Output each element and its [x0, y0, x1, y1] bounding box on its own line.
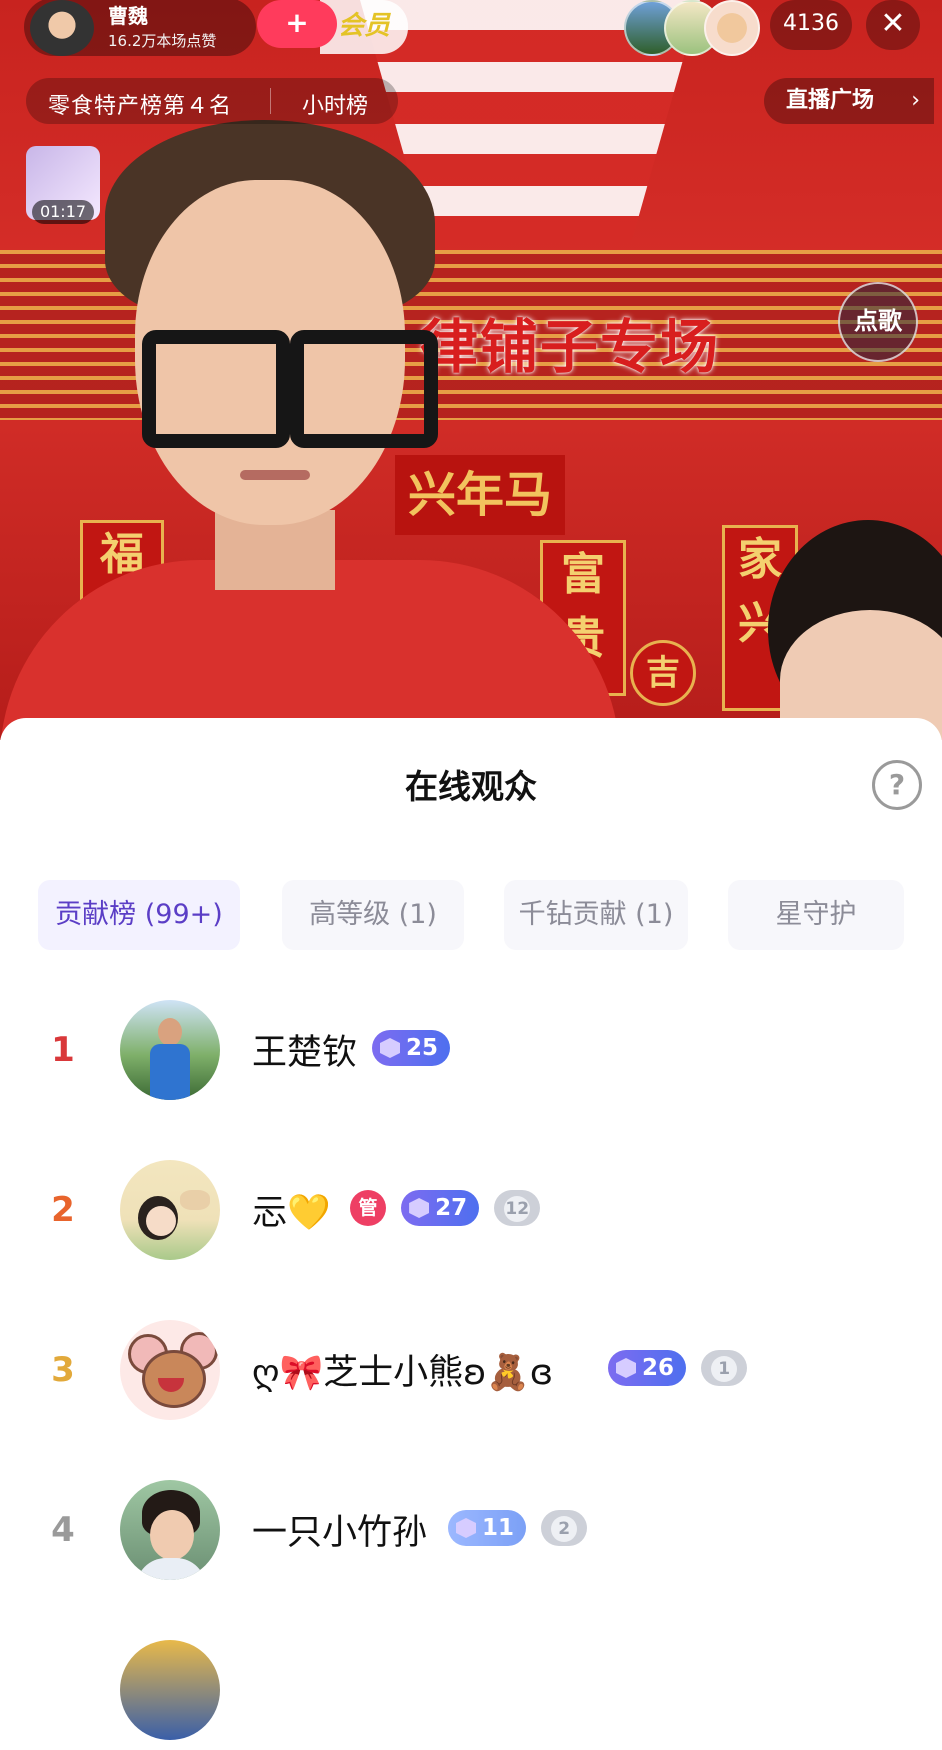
live-plaza-label: 直播广场: [786, 88, 875, 113]
hour-rank-link[interactable]: 小时榜: [302, 88, 368, 120]
viewer-badges: 管 27 12: [350, 1190, 550, 1230]
close-button[interactable]: ✕: [866, 0, 920, 50]
help-icon[interactable]: ?: [872, 760, 922, 810]
clip-duration: 01:17: [32, 200, 94, 224]
song-request-button[interactable]: 点歌: [838, 282, 918, 362]
tab-diamond-contribution[interactable]: 千钻贡献 (1): [504, 880, 688, 950]
avatar[interactable]: [120, 1640, 220, 1740]
level-badge: 25: [372, 1030, 451, 1066]
top-viewer-avatars[interactable]: [624, 0, 764, 56]
chevron-right-icon: ›: [911, 88, 920, 113]
host-avatar[interactable]: [30, 0, 94, 56]
rank-number: 3: [51, 1350, 75, 1390]
audience-tabs: 贡献榜 (99+) 高等级 (1) 千钻贡献 (1) 星守护: [38, 880, 904, 950]
viewer-badges: 11 2: [448, 1510, 597, 1550]
lantern: 吉: [630, 640, 696, 706]
rank-number: 2: [51, 1190, 75, 1230]
fan-badge: 1: [701, 1350, 748, 1386]
gem-icon: [456, 1518, 476, 1538]
fan-badge: 2: [541, 1510, 588, 1546]
admin-badge: 管: [350, 1190, 386, 1226]
divider: [270, 88, 271, 114]
level-badge: 11: [448, 1510, 527, 1546]
viewer-name: 王楚钦: [252, 1033, 358, 1073]
viewer-badges: 26 1: [608, 1350, 757, 1390]
list-item[interactable]: [0, 1630, 942, 1750]
stage-sign: 兴年马: [395, 455, 565, 535]
avatar[interactable]: [120, 1000, 220, 1100]
viewer-name: 一只小竹孙: [252, 1513, 428, 1553]
gem-icon: [380, 1038, 400, 1058]
avatar[interactable]: [704, 0, 760, 56]
list-item[interactable]: 4 一只小竹孙 11 2: [0, 1470, 942, 1590]
tab-high-level[interactable]: 高等级 (1): [282, 880, 464, 950]
fan-badge: 12: [494, 1190, 541, 1226]
tab-star-guard[interactable]: 星守护: [728, 880, 904, 950]
avatar[interactable]: [120, 1320, 220, 1420]
gem-icon: [616, 1358, 636, 1378]
viewer-name: ღ🎀芝士小熊ʚ🧸ɞ: [252, 1353, 554, 1393]
list-item[interactable]: 2 忈💛 管 27 12: [0, 1150, 942, 1270]
online-audience-sheet: 在线观众 ? 贡献榜 (99+) 高等级 (1) 千钻贡献 (1) 星守护 1 …: [0, 718, 942, 1740]
level-badge: 26: [608, 1350, 687, 1386]
viewer-name: 忈💛: [252, 1193, 331, 1233]
gem-icon: [409, 1198, 430, 1218]
avatar[interactable]: [120, 1160, 220, 1260]
rank-label[interactable]: 零食特产榜第４名: [48, 88, 232, 120]
rank-number: 4: [51, 1510, 75, 1550]
host-likes: 16.2万本场点赞: [108, 32, 217, 50]
host-name: 曹魏: [108, 4, 148, 28]
tab-contribution[interactable]: 贡献榜 (99+): [38, 880, 240, 950]
live-plaza-button[interactable]: 直播广场 ›: [764, 78, 934, 124]
sheet-title: 在线观众: [405, 767, 537, 806]
stage-banner: 律铺子专场: [420, 313, 721, 381]
viewer-badges: 25: [372, 1030, 460, 1070]
list-item[interactable]: 1 王楚钦 25: [0, 990, 942, 1110]
list-item[interactable]: 3 ღ🎀芝士小熊ʚ🧸ɞ 26 1: [0, 1310, 942, 1430]
level-badge: 27: [401, 1190, 480, 1226]
online-count[interactable]: 4136: [770, 0, 852, 50]
rank-number: 1: [51, 1030, 75, 1070]
avatar[interactable]: [120, 1480, 220, 1580]
follow-button[interactable]: +: [257, 0, 337, 48]
